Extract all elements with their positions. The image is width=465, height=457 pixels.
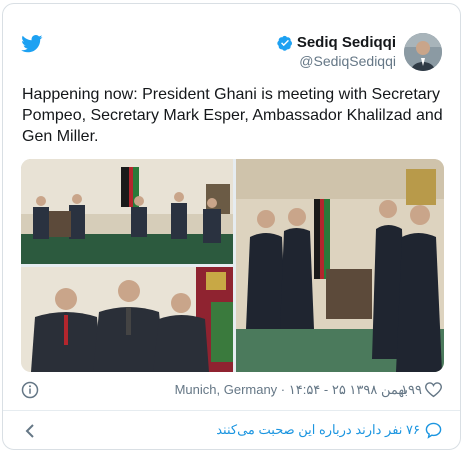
divider — [3, 410, 460, 411]
display-name[interactable]: Sediq Sediqqi — [297, 34, 396, 51]
photo-grid[interactable] — [21, 159, 444, 372]
location-timestamp[interactable]: Munich, Germany · ۱۴:۵۴ - ۲۵ بهمن ۱۳۹۸ — [175, 382, 408, 398]
twitter-bird-icon[interactable] — [21, 35, 43, 53]
user-handle[interactable]: @SediqSediqqi — [277, 53, 396, 69]
avatar[interactable] — [404, 33, 442, 71]
tweet-text: Happening now: President Ghani is meetin… — [22, 86, 443, 145]
like-count[interactable]: ۱۹۹ — [401, 382, 422, 398]
comment-bubble-icon[interactable] — [425, 422, 442, 439]
photo-handshake[interactable] — [21, 267, 233, 372]
discussion-link[interactable]: ۷۶ نفر دارند درباره این صحبت می‌کنند — [216, 422, 420, 438]
tweet-card: Sediq Sediqqi @SediqSediqqi Happening no… — [2, 3, 461, 450]
heart-icon[interactable] — [425, 382, 442, 398]
verified-badge-icon — [277, 35, 292, 51]
tweet-meta: Munich, Germany · ۱۴:۵۴ - ۲۵ بهمن ۱۳۹۸ ۱… — [21, 381, 442, 401]
photo-meeting-room[interactable] — [21, 159, 233, 264]
photo-standing-group[interactable] — [236, 159, 444, 372]
chevron-left-icon[interactable] — [25, 423, 35, 439]
tweet-footer[interactable]: ۷۶ نفر دارند درباره این صحبت می‌کنند — [21, 421, 442, 441]
user-info[interactable]: Sediq Sediqqi @SediqSediqqi — [277, 34, 396, 69]
